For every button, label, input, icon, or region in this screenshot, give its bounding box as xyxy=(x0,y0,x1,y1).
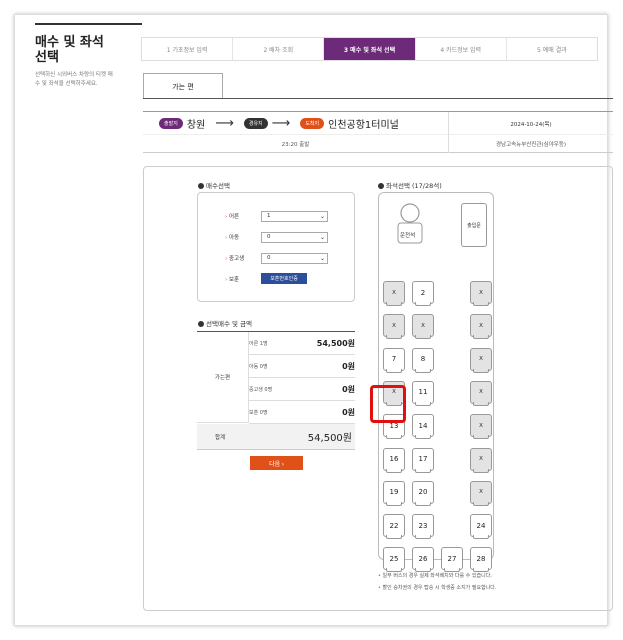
fare-row: 보훈 0명 0원 xyxy=(249,401,355,424)
qty-label-veteran: › 보훈 xyxy=(225,277,240,283)
seat-section-title: 좌석선택 (17/28석) xyxy=(378,180,442,190)
child-qty-select[interactable]: 0 ⌄ xyxy=(261,232,328,243)
seat-28[interactable]: 28 xyxy=(470,547,492,573)
qty-box: › 어른 1 ⌄ › 아동 0 ⌄ › 중고생 0 ⌄ › 보훈 보훈번호인증 xyxy=(197,192,355,302)
seat-19[interactable]: 19 xyxy=(383,480,405,506)
bullet-icon xyxy=(378,183,384,189)
sidebar: 매수 및 좌석 선택 선택하신 시외버스 차량의 티켓 매수 및 좌석을 선택하주… xyxy=(35,15,142,89)
qty-label-adult: › 어른 xyxy=(225,214,240,220)
chevron-down-icon: ⌄ xyxy=(319,213,325,220)
bus-company: 경남고속뉴부산진관(심야우등) xyxy=(448,135,613,153)
departure-badge: 출발지 xyxy=(159,117,183,129)
tab-divider xyxy=(143,98,613,99)
qty-section-title: 매수선택 xyxy=(198,180,230,190)
tab-outbound[interactable]: 가는 편 xyxy=(143,73,223,99)
arrival-place: 인천공항1터미널 xyxy=(328,119,399,131)
step-progress: 1 기초정보 입력 2 배차 조회 3 매수 및 좌석 선택 4 카드정보 입력… xyxy=(141,37,598,61)
fare-section-title: 선택매수 및 금액 xyxy=(198,318,252,328)
step-2: 2 배차 조회 xyxy=(232,38,324,60)
next-button[interactable]: 다음 › xyxy=(250,456,303,470)
seat-taken: X xyxy=(470,480,492,506)
step-5: 5 예매 결과 xyxy=(505,38,598,60)
fare-total: 합계 54,500원 xyxy=(197,424,355,450)
step-3-active: 3 매수 및 좌석 선택 xyxy=(323,38,415,60)
chevron-down-icon: ⌄ xyxy=(319,255,325,262)
seat-taken: X xyxy=(470,281,492,306)
seat-2[interactable]: 2 xyxy=(412,281,434,306)
student-qty-select[interactable]: 0 ⌄ xyxy=(261,253,328,264)
seat-taken: X xyxy=(412,314,434,340)
seat-notes: • 일부 버스의 경우 실제 좌석배치와 다를 수 있습니다. • 할인 승차권… xyxy=(378,573,497,591)
departure-date: 2024-10-24(목) xyxy=(448,112,613,135)
seat-26[interactable]: 26 xyxy=(412,547,434,573)
seat-taken: X xyxy=(470,347,492,373)
fare-row: 아동 0명 0원 xyxy=(249,355,355,378)
fare-table: 가는편 어른 1명 54,500원 아동 0명 0원 중고생 0명 0원 보훈 0명 0… xyxy=(197,331,355,451)
seat-25[interactable]: 25 xyxy=(383,547,405,573)
qty-label-child: › 아동 xyxy=(225,235,240,241)
seat-taken: X xyxy=(470,414,492,440)
seat-24[interactable]: 24 xyxy=(470,514,492,540)
driver-seat: 운전석 xyxy=(393,203,427,245)
route-summary: 출발지 창원 ⟶ 경유지 ⟶ 도착지 인천공항1터미널 2024-10-24(목… xyxy=(143,111,613,153)
bullet-icon xyxy=(198,183,204,189)
arrival-badge: 도착지 xyxy=(300,117,325,129)
door-label: 출입문 xyxy=(461,203,487,247)
fare-row: 중고생 0명 0원 xyxy=(249,378,355,401)
departure-place: 창원 xyxy=(186,119,206,131)
bullet-icon xyxy=(198,321,204,327)
chevron-down-icon: ⌄ xyxy=(319,234,325,241)
seat-taken: X xyxy=(383,314,405,340)
seat-11[interactable]: 11 xyxy=(412,380,434,406)
selected-seat-highlight xyxy=(370,385,406,423)
seat-22[interactable]: 22 xyxy=(383,514,405,540)
fare-direction: 가는편 xyxy=(197,332,249,423)
bus-seat-map: 운전석 출입문 X 2 X X X X 7 8 X X 11 X 13 14 X 16 17 X 19 20 X 22 23… xyxy=(378,192,494,573)
booking-panel: 매수선택 › 어른 1 ⌄ › 아동 0 ⌄ › 중고생 0 ⌄ › 보훈 보훈번호인… xyxy=(143,166,613,611)
seat-taken: X xyxy=(470,314,492,340)
step-4: 4 카드정보 입력 xyxy=(414,38,506,60)
seat-taken: X xyxy=(383,281,405,306)
seat-7[interactable]: 7 xyxy=(383,347,405,373)
seat-14[interactable]: 14 xyxy=(412,414,434,440)
page-title: 매수 및 좌석 선택 xyxy=(35,35,104,65)
seat-8[interactable]: 8 xyxy=(412,347,434,373)
seat-16[interactable]: 16 xyxy=(383,447,405,473)
step-1: 1 기초정보 입력 xyxy=(142,38,233,60)
seat-taken: X xyxy=(470,380,492,406)
seat-taken: X xyxy=(470,447,492,473)
arrow-icon: ⟶ xyxy=(271,115,291,131)
adult-qty-select[interactable]: 1 ⌄ xyxy=(261,211,328,222)
qty-label-student: › 중고생 xyxy=(225,256,245,262)
fare-row: 어른 1명 54,500원 xyxy=(249,332,355,355)
departure-time: 23:20 출발 xyxy=(281,142,310,148)
seat-27[interactable]: 27 xyxy=(441,547,463,573)
seat-17[interactable]: 17 xyxy=(412,447,434,473)
seat-20[interactable]: 20 xyxy=(412,480,434,506)
sidebar-divider xyxy=(35,23,142,25)
page-description: 선택하신 시외버스 차량의 티켓 매수 및 좌석을 선택하주세요. xyxy=(35,72,113,87)
seat-23[interactable]: 23 xyxy=(412,514,434,540)
arrow-icon: ⟶ xyxy=(215,115,234,131)
via-badge: 경유지 xyxy=(243,117,268,129)
veteran-verify-button[interactable]: 보훈번호인증 xyxy=(261,273,307,284)
